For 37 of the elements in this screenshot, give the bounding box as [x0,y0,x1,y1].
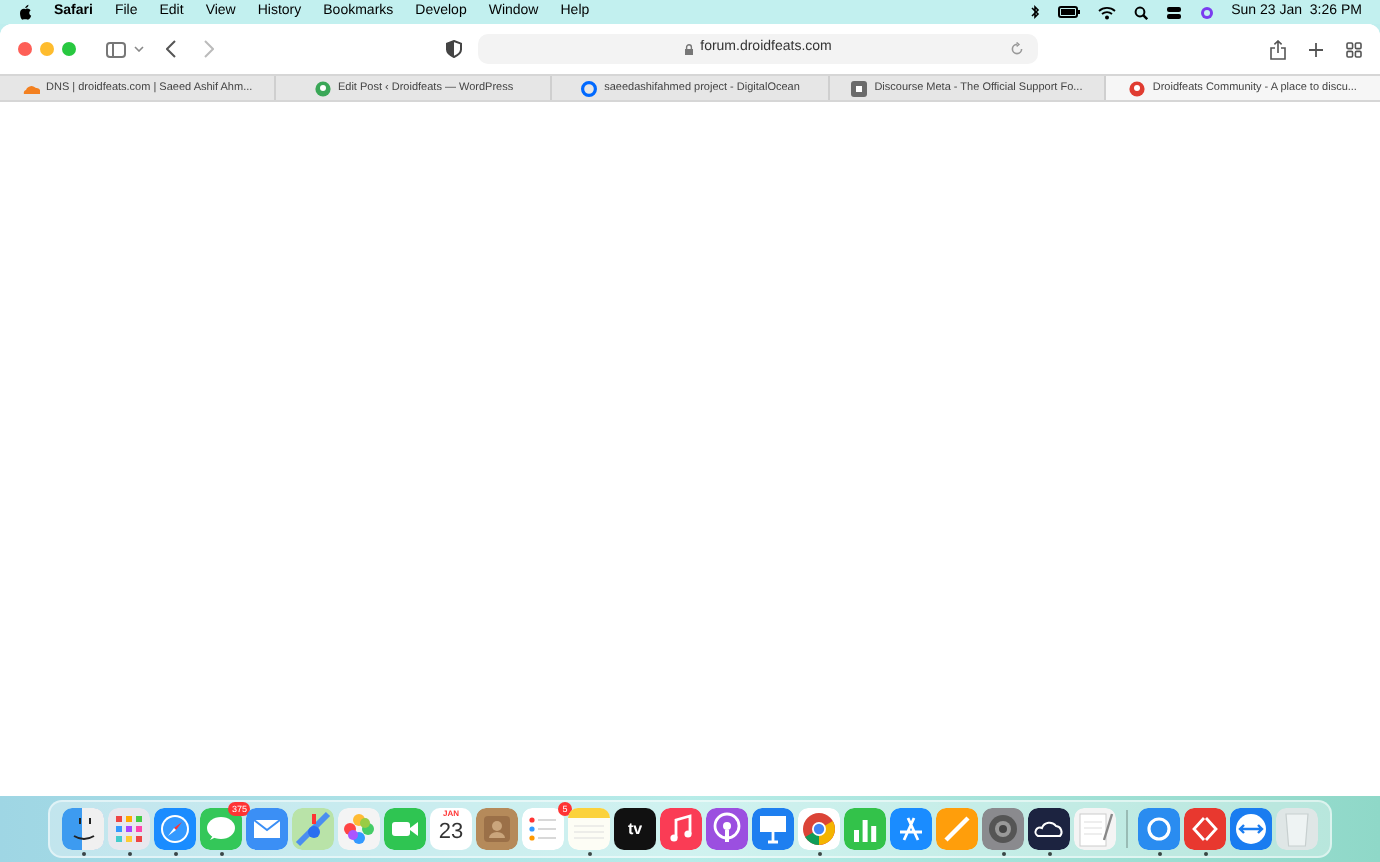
new-tab-icon[interactable] [1308,41,1324,57]
reload-icon[interactable] [1010,42,1024,56]
gear-icon[interactable] [982,808,1024,850]
toggles-icon[interactable] [1165,5,1182,19]
double-arrow-icon[interactable] [1230,808,1272,850]
compass-icon[interactable] [154,808,196,850]
bluetooth-icon[interactable] [1029,4,1040,20]
tv-app-icon[interactable]: tv [614,808,656,850]
battery-icon[interactable] [1057,6,1080,18]
share-icon[interactable] [1270,39,1286,59]
apple-logo-icon[interactable] [18,4,32,20]
map-icon[interactable] [292,808,334,850]
speech-bubble-icon[interactable] [200,808,242,850]
sidebar-icon[interactable] [106,41,126,57]
flower-icon[interactable] [338,808,380,850]
face-icon[interactable] [62,808,104,850]
cloud-icon[interactable] [1028,808,1070,850]
app-store-icon[interactable] [890,808,932,850]
person-card-icon[interactable] [476,808,518,850]
wifi-icon[interactable] [1097,5,1116,19]
tab-overview-icon[interactable] [1346,41,1362,57]
close-button[interactable] [18,42,32,56]
checklist-icon[interactable] [522,808,564,850]
podcast-icon[interactable] [706,808,748,850]
lock-icon [684,43,695,55]
lectern-icon[interactable] [752,808,794,850]
envelope-icon[interactable] [246,808,288,850]
zoom-button[interactable] [62,42,76,56]
back-icon[interactable] [166,40,176,58]
forward-icon[interactable] [204,40,214,58]
chrome-icon[interactable] [798,808,840,850]
video-camera-icon[interactable] [384,808,426,850]
search-icon[interactable] [1133,5,1148,19]
chevron-down-icon[interactable] [134,46,144,52]
bar-chart-icon[interactable] [844,808,886,850]
circle-icon[interactable] [1199,5,1214,19]
music-note-icon[interactable] [660,808,702,850]
